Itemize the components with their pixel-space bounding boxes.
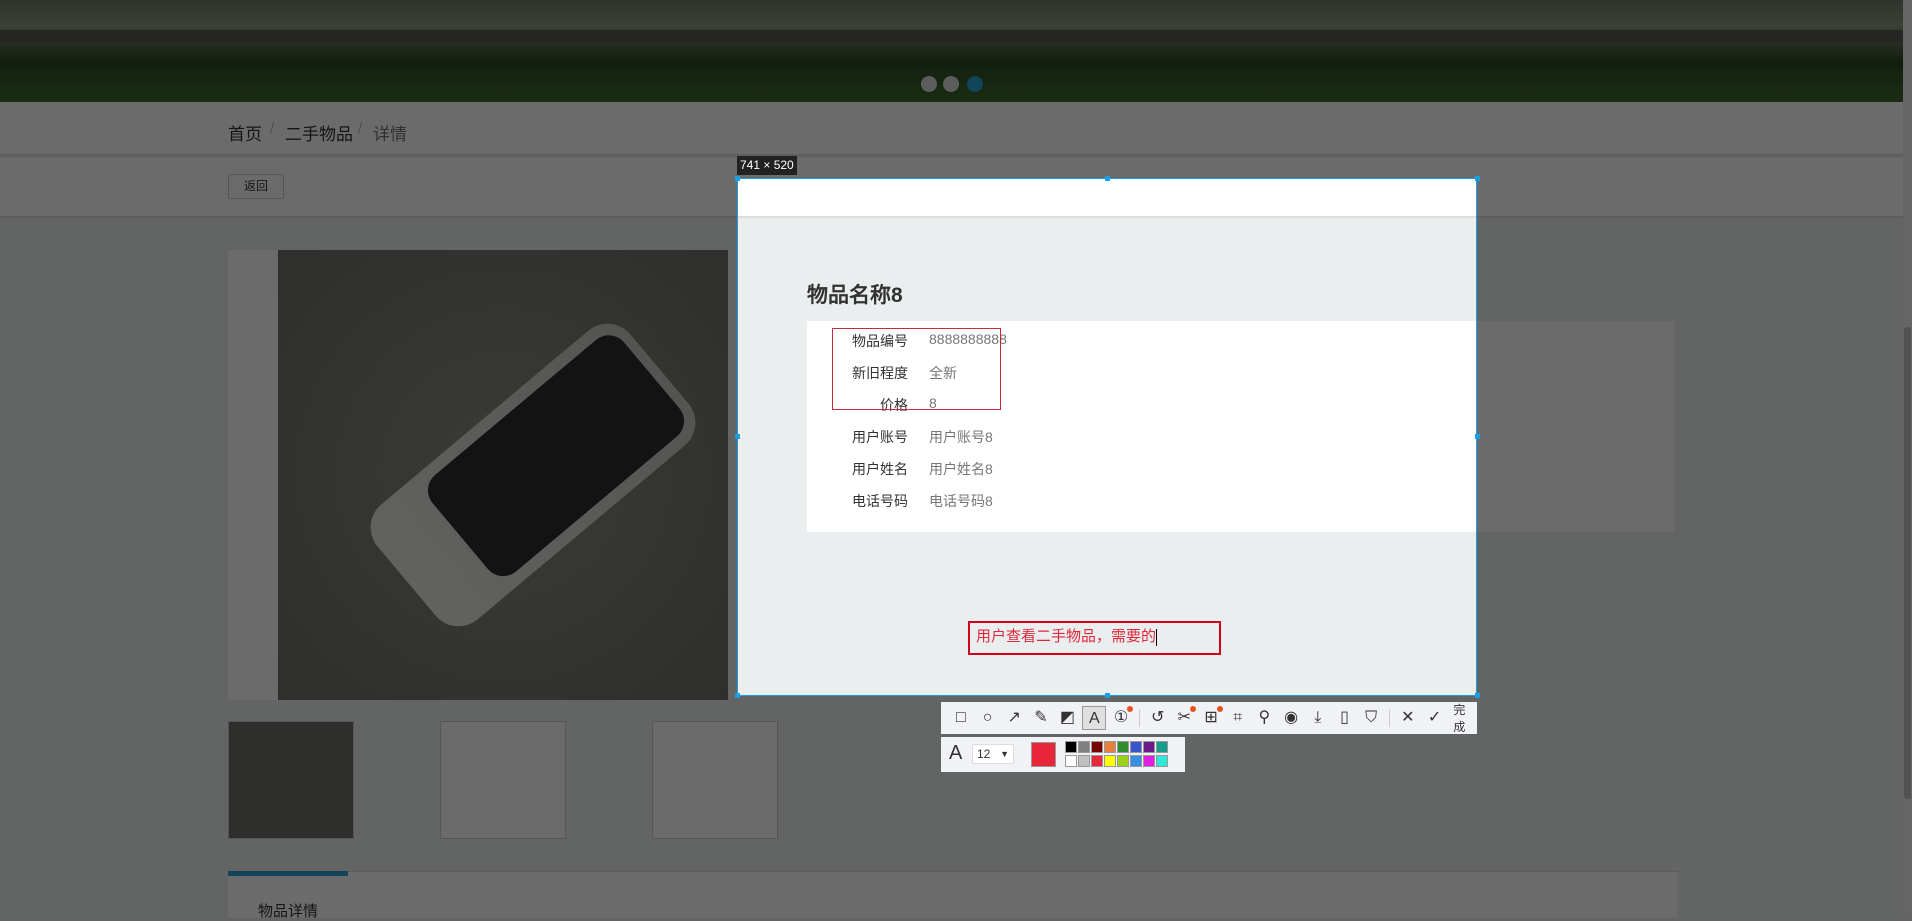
field-value: 电话号码8 xyxy=(929,493,993,509)
rectangle-icon[interactable]: □ xyxy=(949,706,973,730)
color-swatch[interactable] xyxy=(1117,741,1129,753)
color-swatch[interactable] xyxy=(1065,755,1077,767)
scrollbar-thumb[interactable] xyxy=(1904,327,1911,799)
annotation-rectangle[interactable] xyxy=(832,328,1001,410)
breadcrumb-category[interactable]: 二手物品 xyxy=(285,120,353,145)
carousel-dot-3[interactable] xyxy=(967,76,983,92)
resize-handle[interactable] xyxy=(1475,176,1480,181)
annotation-text: 用户查看二手物品，需要的 xyxy=(976,628,1157,645)
undo-icon[interactable]: ↺ xyxy=(1146,706,1170,730)
text-icon[interactable]: A xyxy=(1082,706,1107,730)
resize-handle[interactable] xyxy=(1105,176,1110,181)
thumbnail-2[interactable] xyxy=(440,721,566,839)
main-product-image xyxy=(278,250,728,700)
close-icon[interactable]: ✕ xyxy=(1396,706,1420,730)
ocr-icon[interactable]: ⌗ xyxy=(1226,706,1250,730)
text-properties-bar: A 12 ▼ xyxy=(941,737,1185,772)
breadcrumb-current: 详情 xyxy=(373,125,407,144)
field-label: 电话号码 xyxy=(852,493,908,509)
divider xyxy=(1389,709,1390,727)
color-swatch[interactable] xyxy=(1091,741,1103,753)
mosaic-icon[interactable]: ◩ xyxy=(1056,706,1080,730)
breadcrumb-home[interactable]: 首页 xyxy=(228,120,262,145)
color-swatch[interactable] xyxy=(1130,741,1142,753)
color-swatch[interactable] xyxy=(1130,755,1142,767)
download-icon[interactable]: ⤓ xyxy=(1306,706,1330,730)
thumbnail-3[interactable] xyxy=(652,721,778,839)
resize-handle[interactable] xyxy=(735,434,740,439)
field-value: 用户账号8 xyxy=(929,429,993,445)
color-swatch[interactable] xyxy=(1104,741,1116,753)
done-button[interactable]: 完成 xyxy=(1453,701,1477,735)
field-value: 用户姓名8 xyxy=(929,461,993,477)
translate-icon[interactable]: ⊞ xyxy=(1199,706,1223,730)
ellipse-icon[interactable]: ○ xyxy=(976,706,1000,730)
font-size-select[interactable]: 12 ▼ xyxy=(972,744,1014,764)
number-icon[interactable]: ① xyxy=(1109,706,1133,730)
tab-item-details[interactable]: 物品详情 xyxy=(228,871,348,920)
record-icon[interactable]: ◉ xyxy=(1279,706,1303,730)
field-label: 用户账号 xyxy=(852,429,908,445)
phone-back xyxy=(419,327,693,585)
pencil-icon[interactable]: ✎ xyxy=(1029,706,1053,730)
color-swatch[interactable] xyxy=(1065,741,1077,753)
carousel-dot-1[interactable] xyxy=(921,76,937,92)
bookmark-icon[interactable]: ⛉ xyxy=(1359,706,1383,730)
resize-handle[interactable] xyxy=(735,176,740,181)
text-caret xyxy=(1156,628,1158,646)
color-swatch[interactable] xyxy=(1078,741,1090,753)
color-swatch[interactable] xyxy=(1156,755,1168,767)
breadcrumb-separator: / xyxy=(358,120,363,137)
item-title: 物品名称8 xyxy=(807,284,903,307)
color-swatch[interactable] xyxy=(1156,741,1168,753)
thumbnail-1[interactable] xyxy=(228,721,354,839)
font-size-value: 12 xyxy=(977,747,991,761)
resize-handle[interactable] xyxy=(1475,693,1480,698)
resize-handle[interactable] xyxy=(735,693,740,698)
arrow-icon[interactable]: ↗ xyxy=(1002,706,1026,730)
phone-image xyxy=(358,311,708,639)
field-label: 用户姓名 xyxy=(852,461,908,477)
carousel-dot-2[interactable] xyxy=(943,76,959,92)
color-swatch[interactable] xyxy=(1091,755,1103,767)
chevron-down-icon: ▼ xyxy=(1000,749,1009,759)
font-icon: A xyxy=(949,742,963,764)
resize-handle[interactable] xyxy=(1475,434,1480,439)
tab-bar xyxy=(228,871,1678,918)
resize-handle[interactable] xyxy=(1105,693,1110,698)
color-swatch[interactable] xyxy=(1104,755,1116,767)
banner-road xyxy=(0,30,1912,42)
divider xyxy=(1138,709,1140,727)
color-swatch[interactable] xyxy=(1143,741,1155,753)
cut-icon[interactable]: ✂ xyxy=(1173,706,1197,730)
pin-icon[interactable]: ⚲ xyxy=(1253,706,1277,730)
long-screenshot-icon[interactable]: ▯ xyxy=(1333,706,1357,730)
screenshot-toolbar: □ ○ ↗ ✎ ◩ A ① ↺ ✂ ⊞ ⌗ ⚲ ◉ ⤓ ▯ ⛉ ✕ ✓ 完成 xyxy=(941,702,1477,734)
breadcrumb-separator: / xyxy=(270,120,275,137)
color-swatch[interactable] xyxy=(1117,755,1129,767)
action-bar xyxy=(0,158,1912,218)
color-swatch[interactable] xyxy=(1143,755,1155,767)
selection-size-label: 741 × 520 xyxy=(737,156,797,175)
color-swatch[interactable] xyxy=(1078,755,1090,767)
annotation-text-input[interactable]: 用户查看二手物品，需要的 xyxy=(968,621,1221,655)
check-icon[interactable]: ✓ xyxy=(1423,706,1447,730)
current-color[interactable] xyxy=(1031,742,1056,767)
back-button[interactable]: 返回 xyxy=(228,174,284,199)
